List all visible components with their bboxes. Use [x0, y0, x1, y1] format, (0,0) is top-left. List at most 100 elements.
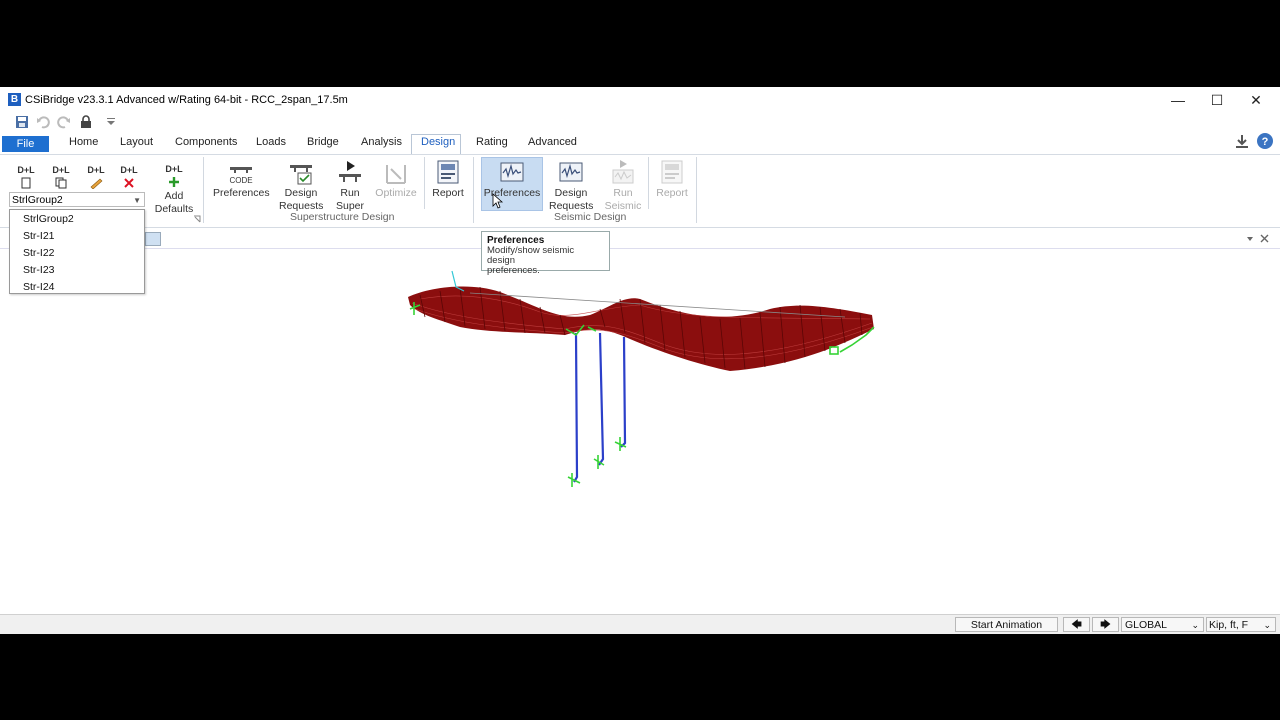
ribbon-separator: [648, 157, 649, 209]
save-icon[interactable]: [15, 115, 29, 129]
copy-icon: [55, 177, 67, 189]
download-icon[interactable]: [1235, 134, 1249, 150]
tab-analysis[interactable]: Analysis: [361, 136, 402, 148]
optimize-button[interactable]: Optimize: [373, 163, 419, 200]
code-preferences-icon: CODE: [229, 167, 253, 185]
dl-copy-button[interactable]: D+L: [49, 164, 73, 191]
run-seismic-icon: [612, 160, 634, 184]
super-design-requests-button[interactable]: Design Requests: [279, 163, 323, 213]
super-preferences-button[interactable]: CODE Preferences: [213, 163, 270, 200]
seismic-design-requests-icon: [559, 162, 583, 182]
preferences-tooltip: Preferences Modify/show seismic design p…: [481, 231, 610, 276]
group-combo[interactable]: StrlGroup2 ▼: [9, 192, 145, 207]
dl-delete-label: D+L: [120, 165, 138, 175]
svg-text:?: ?: [1262, 136, 1269, 148]
dl-copy-label: D+L: [52, 165, 70, 175]
units-select[interactable]: Kip, ft, F ⌄: [1206, 617, 1276, 632]
tab-design[interactable]: Design: [421, 136, 455, 148]
view-close-icon[interactable]: [1259, 233, 1270, 244]
redo-icon[interactable]: [57, 115, 71, 129]
run-play-icon: [339, 161, 361, 182]
bridge-piers: [573, 332, 627, 483]
help-icon[interactable]: ?: [1256, 132, 1274, 150]
units-value: Kip, ft, F: [1209, 619, 1249, 631]
prev-arrow-button[interactable]: 🡄: [1063, 617, 1090, 632]
quick-access-toolbar: [0, 113, 1280, 133]
tooltip-line-2: preferences.: [487, 265, 540, 276]
dl-modify-label: D+L: [87, 165, 105, 175]
tooltip-line-1: Modify/show seismic design: [487, 245, 575, 266]
dl-delete-button[interactable]: D+L: [117, 164, 141, 191]
model-view-canvas[interactable]: [0, 247, 1280, 614]
chevron-down-icon: ⌄: [1191, 620, 1199, 630]
seismic-report-label: Report: [656, 187, 688, 199]
dropdown-item[interactable]: Str-I22: [23, 247, 55, 259]
maximize-button[interactable]: ☐: [1197, 87, 1237, 113]
dialog-launcher-icon[interactable]: [193, 215, 201, 223]
group-dropdown-list: StrlGroup2 Str-I21 Str-I22 Str-I23 Str-I…: [9, 209, 145, 294]
close-button[interactable]: ✕: [1236, 87, 1276, 113]
tab-loads[interactable]: Loads: [256, 136, 286, 148]
arrow-right-icon: 🡆: [1100, 619, 1111, 631]
optimize-label: Optimize: [375, 187, 417, 199]
group-combo-value: StrlGroup2: [12, 194, 63, 206]
tab-rating[interactable]: Rating: [476, 136, 508, 148]
dropdown-item[interactable]: Str-I21: [23, 230, 55, 242]
seismic-preferences-icon: [500, 162, 524, 182]
coord-system-value: GLOBAL: [1125, 619, 1168, 631]
tab-layout[interactable]: Layout: [120, 136, 153, 148]
super-design-requests-label-1: Design: [284, 187, 318, 199]
tab-advanced[interactable]: Advanced: [528, 136, 577, 148]
lock-icon[interactable]: [79, 115, 93, 129]
customize-qat-icon[interactable]: [104, 115, 118, 129]
dl-modify-button[interactable]: D+L: [84, 164, 108, 191]
app-window: B CSiBridge v23.3.1 Advanced w/Rating 64…: [0, 87, 1280, 634]
start-animation-button[interactable]: Start Animation: [955, 617, 1058, 632]
dl-new-label: D+L: [17, 165, 35, 175]
optimize-icon: [386, 165, 406, 184]
super-report-label: Report: [432, 187, 464, 199]
pencil-icon: [90, 178, 103, 189]
run-super-button[interactable]: Run Super: [333, 159, 367, 213]
super-preferences-label: Preferences: [213, 187, 270, 199]
dropdown-item[interactable]: Str-I24: [23, 281, 55, 293]
undo-icon[interactable]: [36, 115, 50, 129]
next-arrow-button[interactable]: 🡆: [1092, 617, 1119, 632]
ribbon-separator: [424, 157, 425, 209]
seismic-design-requests-button[interactable]: Design Requests: [549, 161, 593, 213]
dropdown-item[interactable]: Str-I23: [23, 264, 55, 276]
super-report-button[interactable]: Report: [429, 159, 467, 200]
delete-x-icon: [124, 178, 134, 188]
coord-system-select[interactable]: GLOBAL ⌄: [1121, 617, 1204, 632]
new-doc-icon: [21, 177, 31, 189]
tab-home[interactable]: Home: [69, 136, 98, 148]
ribbon-tabs: Home Layout Components Loads Bridge Anal…: [0, 132, 1280, 154]
plus-icon: [169, 177, 179, 187]
seismic-report-icon: [661, 160, 683, 184]
dl-new-button[interactable]: D+L: [14, 164, 38, 191]
add-defaults-label-2: Defaults: [154, 203, 194, 215]
code-text: CODE: [229, 176, 252, 185]
view-menu-chevron-icon[interactable]: [1245, 234, 1255, 244]
window-title: CSiBridge v23.3.1 Advanced w/Rating 64-b…: [25, 94, 348, 106]
ribbon-separator: [473, 157, 474, 223]
chevron-down-icon: ⌄: [1263, 620, 1271, 630]
arrow-left-icon: 🡄: [1071, 619, 1082, 631]
bridge-deck: [408, 286, 874, 371]
tab-components[interactable]: Components: [175, 136, 237, 148]
run-seismic-button[interactable]: Run Seismic: [603, 159, 643, 213]
add-defaults-button[interactable]: D+L Add Defaults: [153, 163, 195, 216]
add-defaults-icon-label: D+L: [165, 164, 183, 174]
dropdown-item[interactable]: StrlGroup2: [23, 213, 74, 225]
mouse-cursor-icon: [492, 193, 504, 209]
tab-bridge[interactable]: Bridge: [307, 136, 339, 148]
seismic-design-requests-label-1: Design: [554, 187, 588, 199]
seismic-report-button[interactable]: Report: [654, 159, 690, 200]
chevron-down-icon: ▼: [133, 196, 141, 205]
minimize-button[interactable]: —: [1158, 87, 1198, 113]
design-requests-icon: [290, 165, 312, 185]
seismic-design-group-label: Seismic Design: [554, 211, 627, 223]
run-seismic-label-1: Run: [613, 187, 633, 199]
view-tab[interactable]: [145, 232, 161, 246]
run-super-label-1: Run: [340, 187, 360, 199]
